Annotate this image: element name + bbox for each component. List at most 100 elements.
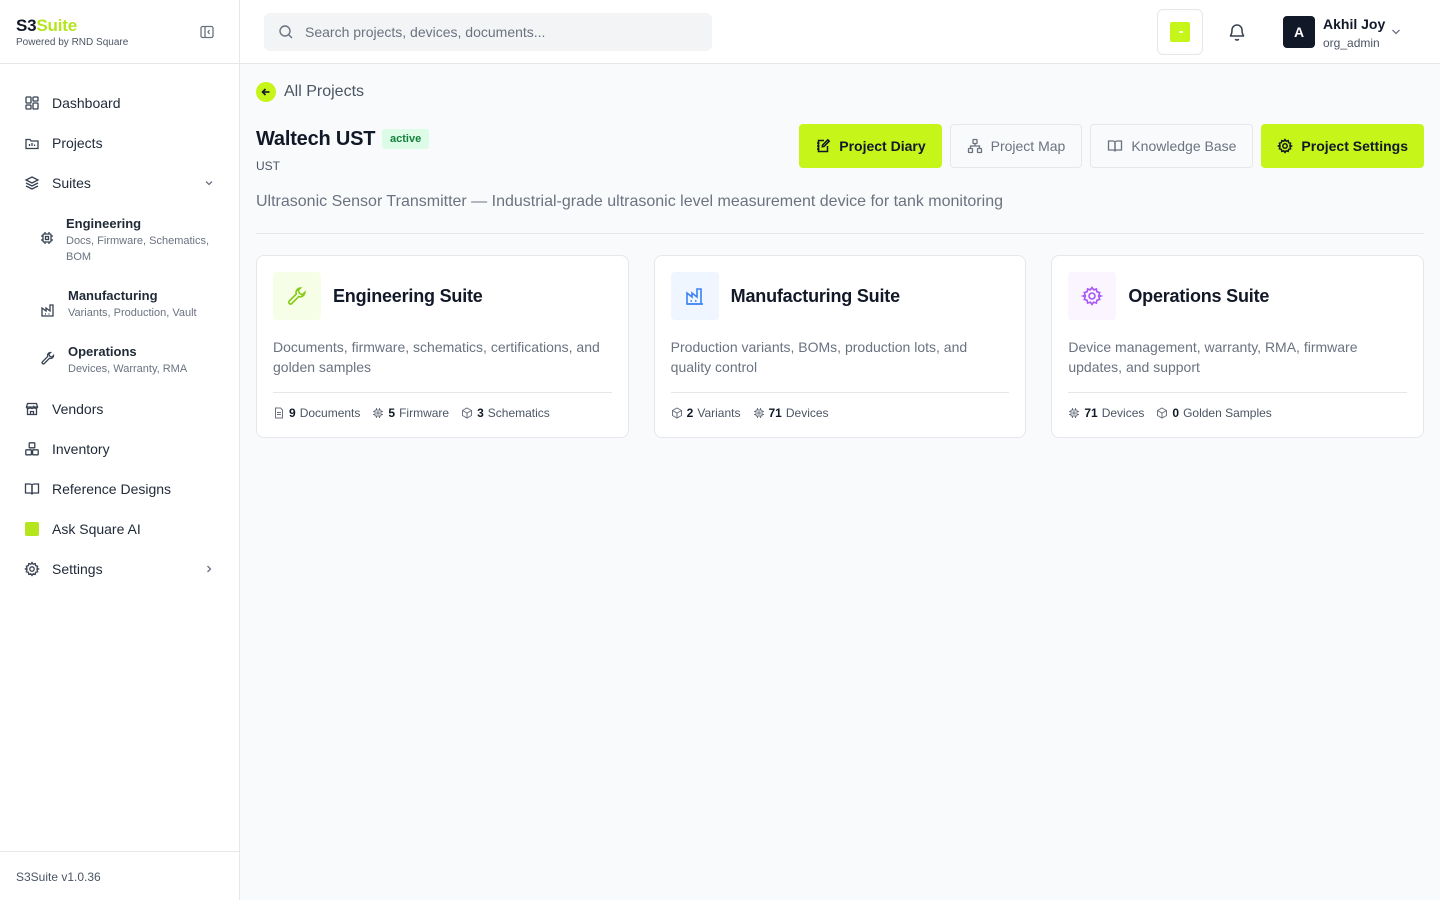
box-icon: [462, 407, 473, 419]
stat-count: 71: [768, 406, 782, 420]
back-label: All Projects: [284, 83, 365, 100]
sidebar-item-projects[interactable]: Projects: [0, 123, 239, 163]
project-settings-button[interactable]: Project Settings: [1261, 124, 1424, 168]
boxes-icon: [24, 441, 40, 457]
button-label: Knowledge Base: [1131, 138, 1237, 154]
stat-count: 2: [686, 406, 694, 420]
brand-logo[interactable]: S3Suite: [16, 16, 223, 36]
box-icon: [671, 407, 682, 419]
knowledge-base-button[interactable]: Knowledge Base: [1090, 124, 1254, 168]
divider: [256, 233, 1424, 234]
stat-firmware: 5 Firmware: [372, 406, 449, 420]
suite-cards: Engineering Suite Documents, firmware, s…: [256, 255, 1425, 438]
sidebar-item-reference-designs[interactable]: Reference Designs: [0, 469, 239, 509]
store-icon: [24, 401, 40, 417]
chevron-down-icon[interactable]: [1390, 26, 1402, 38]
sidebar-item-ask-square-ai[interactable]: Ask Square AI: [0, 509, 239, 549]
manufacturing-suite-card[interactable]: Manufacturing Suite Production variants,…: [653, 255, 1027, 438]
sidebar-item-label: Dashboard: [52, 95, 121, 111]
stat-label: Firmware: [399, 406, 450, 420]
top-bar: A Akhil Joy org_admin: [240, 0, 1440, 64]
status-badge: active: [382, 129, 430, 149]
chevron-down-icon[interactable]: [203, 177, 215, 189]
stat-label: Documents: [299, 406, 361, 420]
factory-icon: [670, 272, 719, 320]
suite-title: Operations: [68, 344, 137, 359]
stat-count: 0: [1172, 406, 1180, 420]
project-diary-button[interactable]: Project Diary: [799, 124, 942, 168]
button-label: Project Diary: [839, 138, 926, 154]
suite-desc: Variants, Production, Vault: [68, 307, 197, 319]
stat-count: 9: [289, 406, 296, 420]
operations-suite-card[interactable]: Operations Suite Device management, warr…: [1051, 255, 1425, 438]
stat-count: 71: [1084, 406, 1098, 420]
card-description: Documents, firmware, schematics, certifi…: [273, 339, 600, 375]
sidebar-item-label: Ask Square AI: [52, 521, 141, 537]
brand-tagline: Powered by RND Square: [16, 37, 129, 48]
stat-documents: 9 Documents: [273, 406, 360, 420]
stat-devices: 71 Devices: [1068, 406, 1144, 420]
stat-golden-samples: 0 Golden Samples: [1156, 406, 1272, 420]
sidebar-item-label: Reference Designs: [52, 481, 172, 497]
chevron-right-icon[interactable]: [203, 563, 215, 575]
sidebar-suite-operations[interactable]: Operations Devices, Warranty, RMA: [0, 331, 239, 387]
button-label: Project Settings: [1301, 138, 1408, 154]
sidebar-item-inventory[interactable]: Inventory: [0, 429, 239, 469]
sidebar: S3Suite Powered by RND Square Dashboard …: [0, 0, 240, 900]
search-box[interactable]: [264, 13, 712, 51]
dashboard-icon: [24, 95, 40, 111]
card-description: Production variants, BOMs, production lo…: [670, 339, 968, 375]
project-description: Ultrasonic Sensor Transmitter — Industri…: [256, 193, 1003, 210]
square-ai-icon: [25, 522, 39, 536]
square-ai-button[interactable]: [1157, 9, 1203, 55]
sidebar-item-dashboard[interactable]: Dashboard: [0, 83, 239, 123]
sidebar-item-settings[interactable]: Settings: [0, 549, 239, 589]
wrench-icon: [40, 350, 56, 366]
sidebar-suite-manufacturing[interactable]: Manufacturing Variants, Production, Vaul…: [0, 275, 239, 331]
book-open-icon: [1107, 138, 1123, 154]
card-stats: 71 Devices 0 Golden Samples: [1068, 406, 1283, 420]
sidebar-item-vendors[interactable]: Vendors: [0, 389, 239, 429]
stat-label: Schematics: [487, 406, 550, 420]
arrow-left-icon: [256, 82, 276, 102]
stat-label: Devices: [785, 406, 829, 420]
project-actions: Project Diary Project Map Knowledge Base…: [799, 124, 1424, 168]
book-open-icon: [24, 481, 40, 497]
sidebar-suite-engineering[interactable]: Engineering Docs, Firmware, Schematics, …: [0, 203, 239, 275]
sidebar-item-suites[interactable]: Suites: [0, 163, 239, 203]
user-name[interactable]: Akhil Joy: [1323, 16, 1385, 32]
suite-desc: Devices, Warranty, RMA: [68, 363, 188, 375]
brand-name-part2: Suite: [36, 16, 77, 35]
search-input[interactable]: [305, 24, 685, 40]
divider: [1068, 392, 1408, 393]
stat-schematics: 3 Schematics: [461, 406, 550, 420]
chip-icon: [1069, 408, 1080, 418]
engineering-suite-card[interactable]: Engineering Suite Documents, firmware, s…: [256, 255, 629, 438]
chip-icon: [373, 408, 384, 418]
project-map-button[interactable]: Project Map: [949, 124, 1083, 168]
app-version: S3Suite v1.0.36: [0, 851, 239, 900]
brand-name-part1: S3: [16, 16, 37, 35]
projects-icon: [24, 135, 40, 151]
card-stats: 2 Variants 71 Devices: [671, 406, 841, 420]
button-label: Project Map: [990, 138, 1066, 154]
card-title: Operations Suite: [1128, 285, 1270, 306]
notebook-pen-icon: [815, 138, 831, 154]
user-role: org_admin: [1323, 36, 1380, 50]
suite-title: Engineering: [66, 216, 142, 231]
search-icon: [278, 24, 294, 40]
sidebar-collapse-icon[interactable]: [199, 24, 215, 40]
network-icon: [967, 138, 983, 154]
stat-count: 5: [388, 406, 396, 420]
gear-icon: [1277, 138, 1294, 154]
avatar[interactable]: A: [1283, 16, 1315, 48]
page-title: Waltech UST: [256, 128, 376, 150]
card-stats: 9 Documents 5 Firmware 3 Schematics: [273, 406, 562, 420]
back-to-projects-link[interactable]: All Projects: [256, 82, 364, 102]
stat-label: Golden Samples: [1183, 406, 1272, 420]
bell-icon[interactable]: [1227, 22, 1247, 42]
chip-icon: [753, 408, 764, 418]
factory-icon: [40, 302, 56, 318]
sidebar-item-label: Projects: [52, 135, 103, 151]
sidebar-nav: Dashboard Projects Suites Engineering Do…: [0, 64, 239, 589]
